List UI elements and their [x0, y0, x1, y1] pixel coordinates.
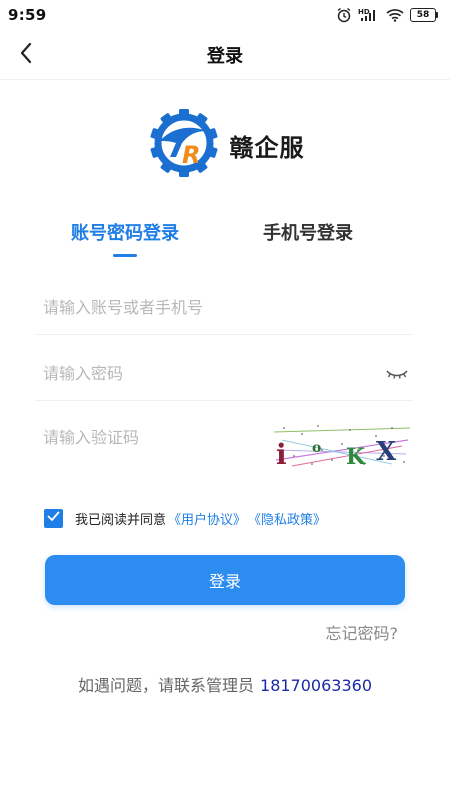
password-field-row: [35, 346, 413, 401]
password-visibility-toggle[interactable]: [383, 364, 411, 384]
svg-text:o: o: [312, 440, 321, 456]
contact-info: 如遇问题，请联系管理员 18170063360: [0, 672, 450, 696]
check-icon: [47, 511, 60, 526]
brand-name: 赣企服: [229, 133, 305, 162]
account-field-row: [35, 280, 413, 335]
gear-bird-logo-icon: R: [146, 105, 222, 185]
forgot-password-link[interactable]: 忘记密码?: [326, 620, 399, 644]
user-agreement-link[interactable]: 《用户协议》: [168, 509, 246, 528]
agreement-checkbox[interactable]: [44, 508, 63, 528]
login-tabs: 账号密码登录 手机号登录: [0, 212, 450, 272]
password-input[interactable]: [35, 346, 413, 400]
back-button[interactable]: [6, 35, 46, 75]
account-input[interactable]: [35, 280, 413, 334]
captcha-field-row: [35, 410, 265, 465]
svg-text:X: X: [376, 437, 397, 467]
contact-text: 如遇问题，请联系管理员: [78, 676, 255, 695]
status-bar: 9:59 HD 58: [0, 0, 450, 30]
page-title: 登录: [207, 45, 243, 67]
agreement-row: 我已阅读并同意 《用户协议》 《隐私政策》: [44, 506, 326, 530]
captcha-image[interactable]: i o K X: [272, 420, 412, 471]
privacy-policy-link[interactable]: 《隐私政策》: [248, 509, 326, 528]
hd-signal-icon: HD: [358, 7, 380, 23]
brand-header: R 赣企服: [0, 105, 450, 185]
captcha-input[interactable]: [35, 410, 265, 465]
login-button[interactable]: 登录: [45, 555, 405, 605]
status-time: 9:59: [8, 6, 47, 24]
battery-icon: 58: [410, 8, 438, 22]
eye-closed-icon: [385, 365, 409, 384]
tab-password-login[interactable]: 账号密码登录: [45, 212, 205, 252]
svg-text:i: i: [276, 438, 287, 470]
svg-text:K: K: [346, 444, 366, 470]
tab-phone-login[interactable]: 手机号登录: [228, 212, 388, 252]
contact-phone-link[interactable]: 18170063360: [260, 676, 372, 695]
svg-text:R: R: [182, 141, 200, 169]
svg-text:HD: HD: [358, 8, 370, 16]
alarm-icon: [336, 7, 352, 23]
wifi-icon: [386, 8, 404, 22]
status-icons: HD 58: [336, 7, 438, 23]
active-tab-indicator: [113, 254, 137, 257]
battery-level: 58: [410, 8, 436, 22]
chevron-left-icon: [19, 42, 33, 68]
agreement-text: 我已阅读并同意: [75, 512, 167, 528]
nav-bar: 登录: [0, 30, 450, 80]
